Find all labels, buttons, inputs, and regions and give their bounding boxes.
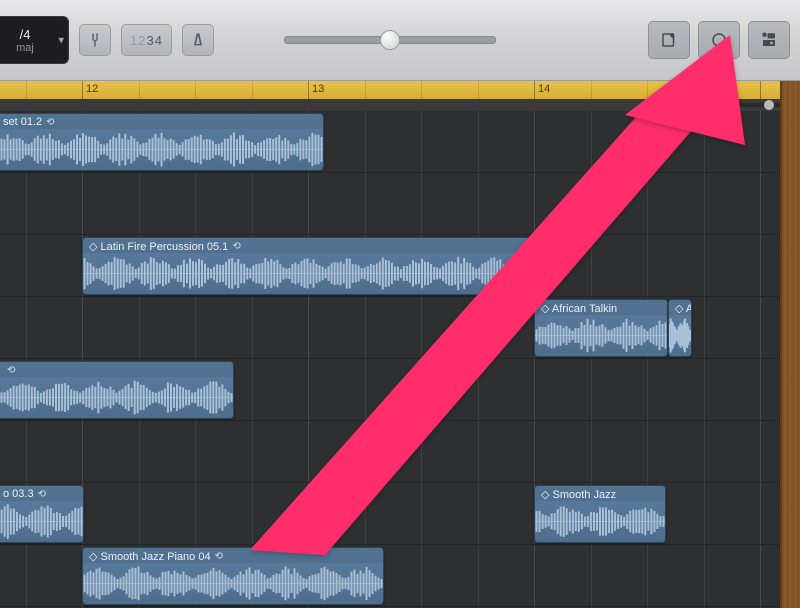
region-header: set 01.2 ⟲ <box>0 114 323 129</box>
media-icon <box>759 31 779 49</box>
notepad-button[interactable] <box>648 21 690 59</box>
region-header: ◇ Latin Fire Percussion 05.1 ⟲ <box>83 238 535 253</box>
region-header: ◇ Smooth Jazz <box>535 486 665 501</box>
lcd-key: maj <box>16 42 34 54</box>
region-label: ◇ Latin Fire Percussion 05.1 <box>89 240 228 253</box>
count-in-prefix: 12 <box>130 33 146 48</box>
waveform <box>0 501 83 542</box>
lcd-display[interactable]: /4 maj ▾ <box>0 16 69 64</box>
waveform <box>535 315 667 356</box>
waveform <box>0 377 233 418</box>
tracks-area[interactable]: set 01.2⟲◇ Latin Fire Percussion 05.1⟲◇ … <box>0 111 800 608</box>
region-label: ◇ African Talkin <box>541 302 617 315</box>
loop-indicator-icon: ⟲ <box>215 551 223 562</box>
master-volume-slider[interactable] <box>284 36 496 44</box>
loop-browser-button[interactable] <box>698 21 740 59</box>
lcd-time-signature-suffix: /4 <box>20 27 31 42</box>
horizontal-zoom-slider[interactable] <box>694 100 774 110</box>
wood-frame-right <box>780 81 800 608</box>
loop-indicator-icon: ⟲ <box>46 117 54 128</box>
top-toolbar: /4 maj ▾ 1234 <box>0 0 800 81</box>
loop-indicator-icon: ⟲ <box>38 489 46 500</box>
region-header: ◇ A <box>669 300 691 315</box>
note-edit-icon <box>660 31 678 49</box>
metronome-button[interactable] <box>182 24 214 56</box>
bar-number: 13 <box>308 83 324 95</box>
ruler-area: 12 13 14 <box>0 81 800 111</box>
audio-region[interactable]: o 03.3 ⟲ <box>0 485 84 543</box>
loop-indicator-icon: ⟲ <box>7 365 15 376</box>
region-header: ◇ Smooth Jazz Piano 04 ⟲ <box>83 548 383 563</box>
loop-indicator-icon: ⟲ <box>232 241 240 252</box>
waveform <box>83 563 383 604</box>
tuner-button[interactable] <box>79 24 111 56</box>
region-label: o 03.3 <box>3 488 34 500</box>
waveform <box>535 501 665 542</box>
loop-icon <box>710 31 728 49</box>
audio-region[interactable]: ◇ African Talkin <box>534 299 668 357</box>
region-header: o 03.3 ⟲ <box>0 486 83 501</box>
region-header: ⟲ <box>0 362 233 377</box>
count-in-button[interactable]: 1234 <box>121 24 172 56</box>
waveform <box>0 129 323 170</box>
audio-region[interactable]: ◇ Latin Fire Percussion 05.1 ⟲ <box>82 237 536 295</box>
region-label: ◇ A <box>675 302 691 315</box>
tuning-fork-icon <box>87 32 103 48</box>
bar-number: 12 <box>82 83 98 95</box>
audio-region[interactable]: ◇ Smooth Jazz <box>534 485 666 543</box>
region-header: ◇ African Talkin <box>535 300 667 315</box>
audio-region[interactable]: ◇ Smooth Jazz Piano 04 ⟲ <box>82 547 384 605</box>
media-browser-button[interactable] <box>748 21 790 59</box>
audio-region[interactable]: ⟲ <box>0 361 234 419</box>
zoom-thumb[interactable] <box>764 100 774 110</box>
waveform <box>83 253 535 294</box>
region-label: set 01.2 <box>3 116 42 128</box>
chevron-down-icon[interactable]: ▾ <box>58 34 64 47</box>
region-label: ◇ Smooth Jazz Piano 04 <box>89 550 211 563</box>
audio-region[interactable]: set 01.2 ⟲ <box>0 113 324 171</box>
workspace: 121314 set 01.2⟲◇ Latin Fire Percussion … <box>0 81 800 608</box>
audio-region[interactable]: ◇ A <box>668 299 692 357</box>
bar-number: 14 <box>534 83 550 95</box>
timeline-ruler[interactable]: 12 13 14 <box>0 81 782 100</box>
metronome-icon <box>190 32 206 48</box>
region-label: ◇ Smooth Jazz <box>541 488 616 501</box>
waveform <box>669 315 691 356</box>
count-in-suffix: 34 <box>146 33 162 48</box>
right-button-group <box>648 21 790 59</box>
slider-thumb[interactable] <box>380 30 400 50</box>
